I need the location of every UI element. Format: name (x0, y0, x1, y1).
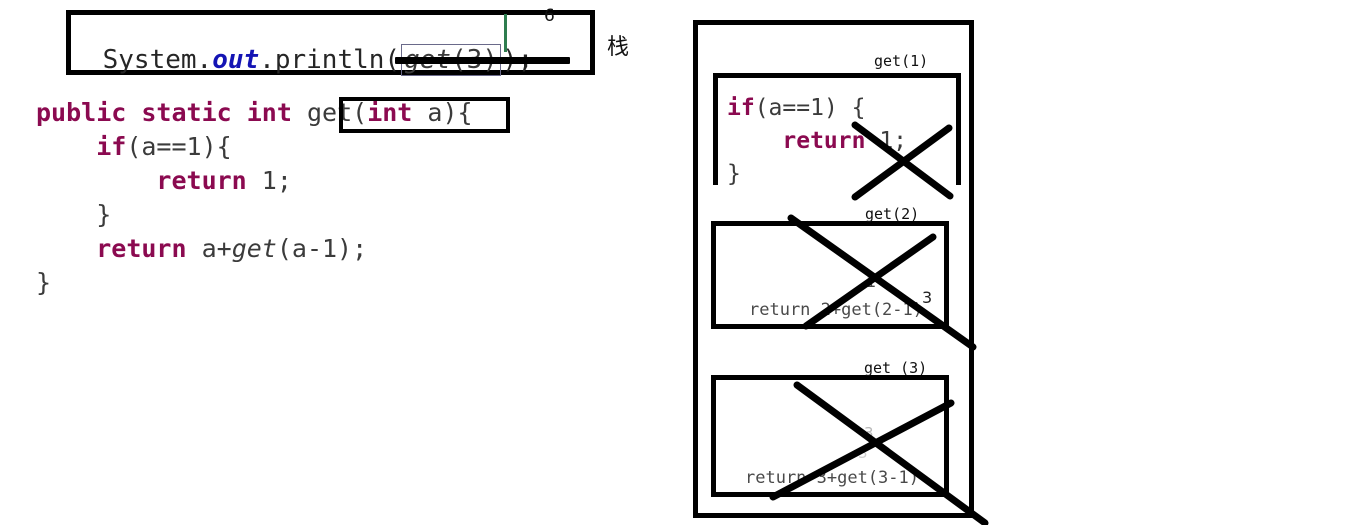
code-token: 1; (865, 128, 908, 154)
code-keyword: return (96, 234, 187, 263)
code-token: { (457, 98, 473, 127)
stack-frame-get3-annotation-b: 3 (858, 444, 868, 462)
stack-frame-get2-annotation-3: 3 (922, 288, 933, 307)
code-token: a+ (186, 234, 232, 263)
code-keyword: return (782, 128, 866, 154)
println-mid: .println( (259, 45, 401, 75)
code-token: (a==1) { (754, 95, 866, 121)
stack-frame-get1-line: return 1; (727, 125, 907, 158)
result-annotation-6: 6 (544, 6, 555, 26)
method-source-line: public static int get(int a){ (36, 96, 473, 130)
code-token: get (231, 234, 277, 263)
method-source-line: if(a==1){ (36, 130, 473, 164)
stack-label-cjk: 栈 (607, 35, 630, 60)
code-token: 1; (246, 166, 292, 195)
method-source-line: return a+get(a-1); (36, 232, 473, 266)
code-token: } (36, 268, 52, 297)
code-keyword: static (141, 98, 232, 127)
method-source-code: public static int get(int a){ if(a==1){ … (36, 96, 473, 300)
code-token: } (96, 200, 112, 229)
code-token: (a==1){ (126, 132, 232, 161)
method-source-line: } (36, 266, 473, 300)
method-source-line: } (36, 198, 473, 232)
stack-frame-get1-line: if(a==1) { (727, 92, 907, 125)
println-prefix: System. (102, 45, 213, 75)
code-token: a) (412, 98, 458, 127)
out-keyword: out (212, 45, 260, 75)
println-underline-mark (395, 57, 570, 64)
stack-frame-get3-body: return 3+get(3-1) (745, 468, 919, 488)
code-token: (a-1); (276, 234, 368, 263)
stack-frame-get1-label: get(1) (874, 52, 929, 70)
code-token: get( (306, 98, 368, 127)
stack-frame-get2-annotation-1: 1 (866, 272, 877, 291)
code-keyword: return (156, 166, 247, 195)
code-keyword: int (246, 98, 292, 127)
stack-frame-get1-line: } (727, 158, 907, 191)
code-keyword: int (367, 98, 413, 127)
method-source-line: return 1; (36, 164, 473, 198)
code-keyword: public (36, 98, 127, 127)
stack-frame-get1-body: if(a==1) { return 1;} (727, 92, 907, 191)
code-token: } (727, 161, 741, 187)
stack-frame-get2-label: get(2) (865, 205, 920, 223)
code-keyword: if (727, 95, 755, 121)
stack-frame-get3-label: get (3) (864, 359, 928, 377)
text-caret (504, 14, 507, 52)
stack-frame-get3-annotation-a: 3 (864, 424, 874, 442)
code-keyword: if (96, 132, 127, 161)
whiteboard-canvas: System.out.println(get(3)); 6 栈 public s… (0, 0, 1360, 525)
stack-frame-get2-body: return 2+get(2-1) (749, 300, 923, 320)
